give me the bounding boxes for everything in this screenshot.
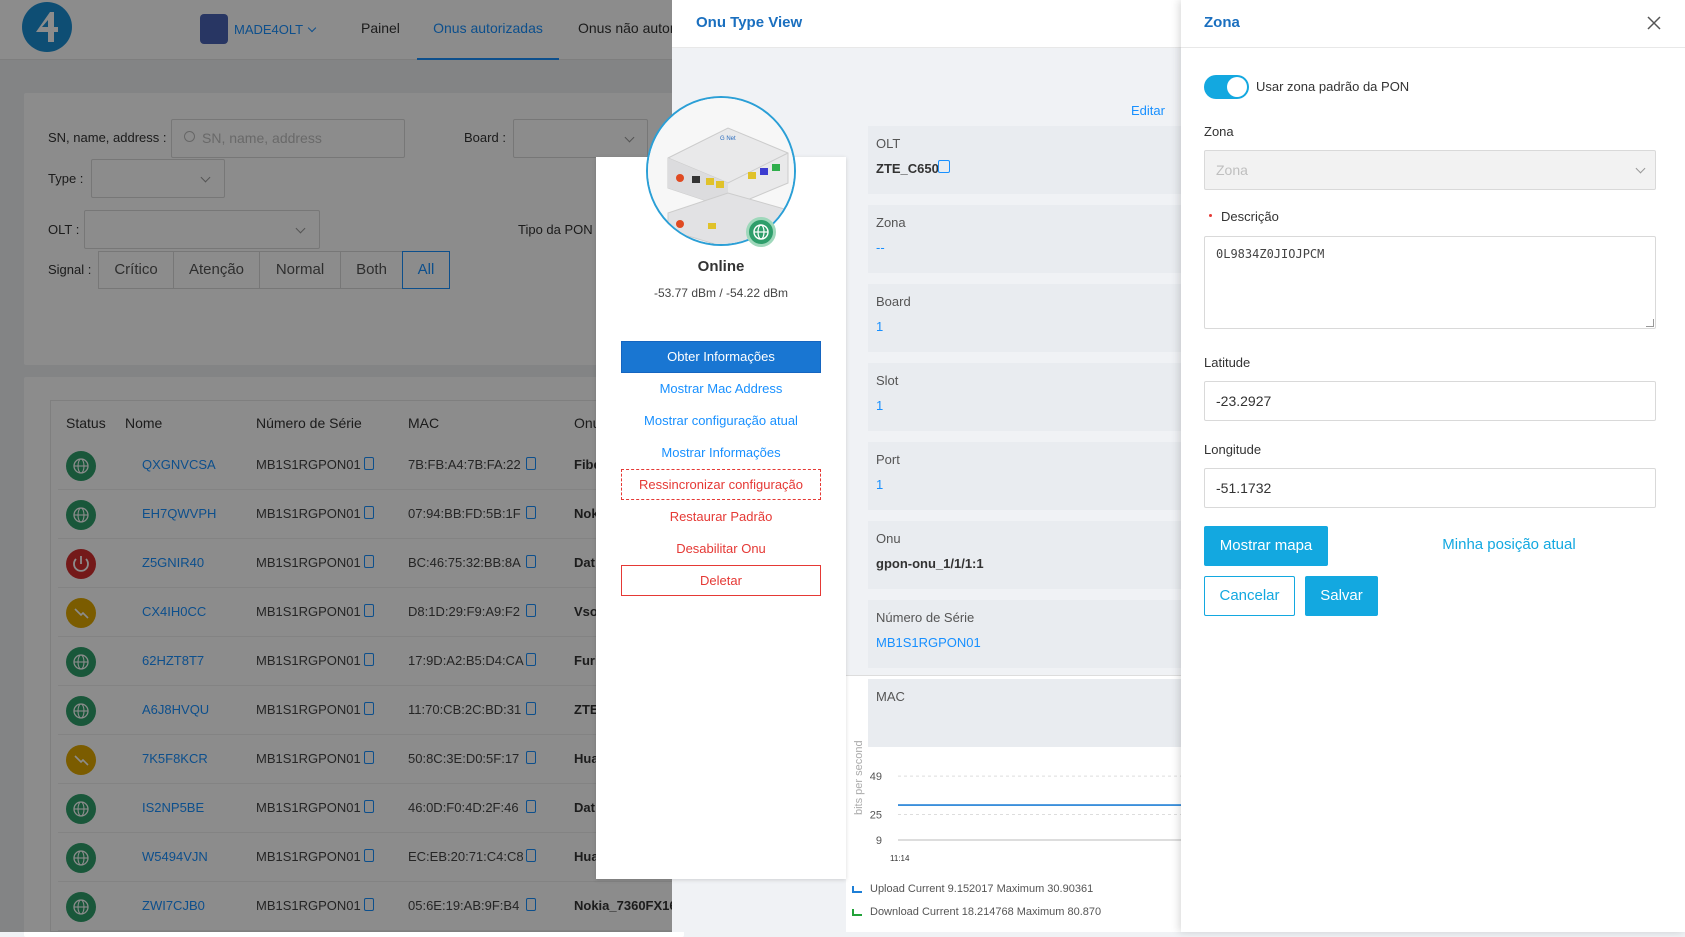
show-config-link[interactable]: Mostrar configuração atual <box>621 413 821 428</box>
my-position-link[interactable]: Minha posição atual <box>1429 526 1589 566</box>
field-label: Onu <box>876 531 901 546</box>
delete-button[interactable]: Deletar <box>621 565 821 596</box>
zona-drawer: Zona Usar zona padrão da PON Zona Zona D… <box>1181 0 1685 932</box>
onu-field-slot: Slot 1 <box>868 363 1181 431</box>
onu-status: Online <box>697 258 745 275</box>
field-label: Zona <box>876 215 906 230</box>
zona-placeholder: Zona <box>1216 162 1248 178</box>
longitude-value: -51.1732 <box>1216 480 1272 496</box>
resize-handle-icon[interactable] <box>1646 319 1654 327</box>
disable-onu-link[interactable]: Desabilitar Onu <box>621 541 821 556</box>
field-value: 1 <box>876 477 884 492</box>
legend-swatch <box>852 909 862 916</box>
divider <box>846 675 1181 676</box>
show-map-button[interactable]: Mostrar mapa <box>1204 526 1328 566</box>
cancel-button[interactable]: Cancelar <box>1204 576 1295 616</box>
save-button[interactable]: Salvar <box>1305 576 1378 616</box>
field-value: MB1S1RGPON01 <box>876 635 981 650</box>
field-label: Port <box>876 452 900 467</box>
legend-label: Upload Current 9.152017 Maximum 30.90361 <box>870 883 1093 895</box>
edit-olt-icon[interactable] <box>938 160 950 173</box>
legend-swatch <box>852 886 862 893</box>
field-value: ZTE_C650 <box>876 161 939 176</box>
y-tick-label: 25 <box>870 809 882 821</box>
field-label: OLT <box>876 136 901 151</box>
field-label: Slot <box>876 373 899 388</box>
chevron-down-icon <box>1635 163 1646 174</box>
svg-text:G Net: G Net <box>720 136 736 142</box>
onu-field-olt: OLT ZTE_C650 <box>868 126 1181 194</box>
y-tick-label: 9 <box>876 835 882 847</box>
onu-view-title: Onu Type View <box>696 14 803 31</box>
field-value: gpon-onu_1/1/1:1 <box>876 556 984 571</box>
field-value: 1 <box>876 398 884 413</box>
x-tick-label: 11:14 <box>890 854 910 863</box>
edit-link[interactable]: Editar <box>1131 103 1165 118</box>
legend-label: Download Current 18.214768 Maximum 80.87… <box>870 906 1101 918</box>
onu-field-onu: Onu gpon-onu_1/1/1:1 <box>868 521 1181 589</box>
close-icon[interactable] <box>1645 14 1663 32</box>
zona-title: Zona <box>1204 14 1240 31</box>
field-label: Board <box>876 294 911 309</box>
zona-field-label: Zona <box>1204 124 1234 139</box>
longitude-input[interactable]: -51.1732 <box>1204 468 1656 508</box>
onu-signal: -53.77 dBm / -54.22 dBm <box>653 286 789 300</box>
get-info-button[interactable]: Obter Informações <box>621 341 821 373</box>
toggle-knob <box>1227 77 1247 97</box>
onu-field-zona: Zona -- <box>868 205 1181 273</box>
latitude-value: -23.2927 <box>1216 393 1272 409</box>
onu-field-port: Port 1 <box>868 442 1181 510</box>
onu-view-header: Onu Type View <box>672 0 1181 48</box>
restore-default-link[interactable]: Restaurar Padrão <box>621 509 821 524</box>
resync-config-button[interactable]: Ressincronizar configuração <box>621 469 821 500</box>
onu-field-mac: MAC <box>868 679 1181 747</box>
online-globe-icon <box>746 217 776 247</box>
default-zone-label: Usar zona padrão da PON <box>1256 79 1410 94</box>
longitude-label: Longitude <box>1204 442 1262 457</box>
descricao-textarea[interactable]: 0L9834Z0JIOJPCM <box>1204 236 1656 329</box>
latitude-input[interactable]: -23.2927 <box>1204 381 1656 421</box>
y-axis-label: bits per second <box>853 740 865 815</box>
show-mac-link[interactable]: Mostrar Mac Address <box>621 381 821 396</box>
default-zone-toggle[interactable] <box>1204 75 1249 99</box>
zona-select[interactable]: Zona <box>1204 150 1656 190</box>
show-info-link[interactable]: Mostrar Informações <box>621 445 821 460</box>
onu-field-board: Board 1 <box>868 284 1181 352</box>
y-tick-label: 49 <box>870 771 882 783</box>
latitude-label: Latitude <box>1204 355 1251 370</box>
onu-field-n-mero-de-s-rie: Número de Série MB1S1RGPON01 <box>868 600 1181 668</box>
field-label: Número de Série <box>876 610 975 625</box>
required-marker <box>1209 214 1212 217</box>
field-label: MAC <box>876 689 905 704</box>
descricao-label: Descrição <box>1221 209 1279 224</box>
zona-header: Zona <box>1181 0 1685 48</box>
field-value: 1 <box>876 319 884 334</box>
field-value: -- <box>876 240 885 255</box>
descricao-value: 0L9834Z0JIOJPCM <box>1216 247 1325 261</box>
